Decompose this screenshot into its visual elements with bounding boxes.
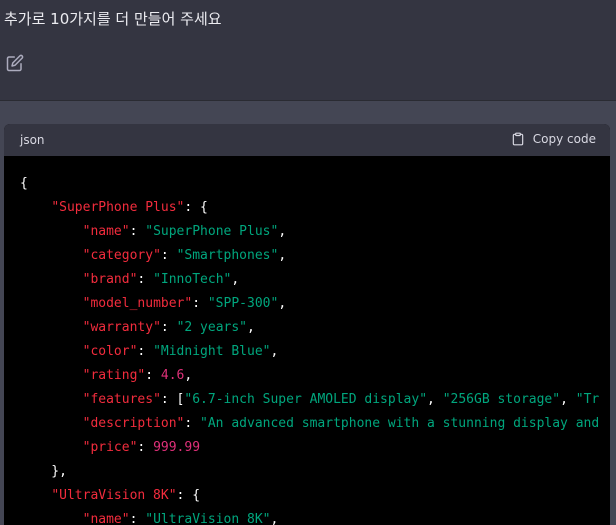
code-punct-token: : <box>137 344 154 359</box>
code-key-token: "description" <box>82 416 185 431</box>
code-punct-token: : <box>137 440 154 455</box>
code-punct-token <box>20 368 83 383</box>
code-punct-token: , <box>278 224 287 239</box>
code-punct-token <box>20 488 51 503</box>
code-key-token: "UltraVision 8K" <box>51 488 177 503</box>
code-punct-token: : <box>192 296 208 311</box>
code-punct-token <box>20 344 83 359</box>
code-key-token: "warranty" <box>82 320 161 335</box>
copy-code-button[interactable]: Copy code <box>511 131 596 147</box>
code-string-token: "SPP-300" <box>207 296 279 311</box>
edit-icon <box>6 54 24 72</box>
code-key-token: "price" <box>82 440 138 455</box>
code-string-token: "An advanced smartphone with a stunning … <box>200 416 600 431</box>
code-key-token: "name" <box>82 224 130 239</box>
code-punct-token <box>20 200 51 215</box>
clipboard-icon <box>512 132 524 146</box>
code-punct-token: , <box>184 368 193 383</box>
code-language-label: json <box>20 133 45 147</box>
code-line: "UltraVision 8K": { <box>20 484 610 508</box>
code-punct-token <box>20 392 83 407</box>
code-punct-token: , <box>270 344 279 359</box>
code-punct-token: }, <box>20 464 67 479</box>
code-string-token: "Smartphones" <box>176 248 279 263</box>
code-punct-token <box>20 272 83 287</box>
user-prompt-text: 추가로 10가지를 더 만들어 주세요 <box>4 10 222 28</box>
code-line: "rating": 4.6, <box>20 364 610 388</box>
code-punct-token: : <box>160 248 177 263</box>
code-block-header: json Copy code <box>4 124 610 156</box>
code-punct-token: : <box>137 272 154 287</box>
code-punct-token: , <box>560 392 576 407</box>
code-line: "brand": "InnoTech", <box>20 268 610 292</box>
code-key-token: "color" <box>82 344 138 359</box>
code-punct-token: , <box>231 272 240 287</box>
edit-message-button[interactable] <box>6 54 24 72</box>
code-punct-token <box>20 440 83 455</box>
code-key-token: "category" <box>82 248 161 263</box>
code-punct-token: : <box>184 416 201 431</box>
code-line: "category": "Smartphones", <box>20 244 610 268</box>
code-line: { <box>20 172 610 196</box>
code-line: "price": 999.99 <box>20 436 610 460</box>
user-message: 추가로 10가지를 더 만들어 주세요 <box>0 0 616 101</box>
code-key-token: "rating" <box>82 368 146 383</box>
code-punct-token: : [ <box>160 392 185 407</box>
code-punct-token: , <box>247 320 255 335</box>
code-key-token: "name" <box>82 512 130 525</box>
code-punct-token <box>20 296 83 311</box>
code-line: "features": ["6.7-inch Super AMOLED disp… <box>20 388 610 412</box>
code-line: "color": "Midnight Blue", <box>20 340 610 364</box>
code-key-token: "features" <box>82 392 161 407</box>
code-punct-token <box>20 512 83 525</box>
code-punct-token <box>20 416 83 431</box>
code-content: { "SuperPhone Plus": { "name": "SuperPho… <box>4 156 610 525</box>
code-string-token: "SuperPhone Plus" <box>145 224 279 239</box>
code-line: "model_number": "SPP-300", <box>20 292 610 316</box>
code-key-token: "model_number" <box>82 296 193 311</box>
code-punct-token: : { <box>176 488 201 503</box>
code-number-token: 4.6 <box>160 368 185 383</box>
code-line: }, <box>20 460 610 484</box>
code-line: "name": "SuperPhone Plus", <box>20 220 610 244</box>
code-punct-token: , <box>278 296 287 311</box>
code-line: "name": "UltraVision 8K", <box>20 508 610 525</box>
code-punct-token: : <box>145 368 161 383</box>
code-punct-token: , <box>278 248 287 263</box>
code-punct-token <box>20 320 83 335</box>
code-punct-token: , <box>270 512 279 525</box>
code-string-token: "256GB storage" <box>442 392 561 407</box>
code-number-token: 999.99 <box>153 440 201 455</box>
code-string-token: "2 years" <box>176 320 248 335</box>
code-punct-token: : <box>129 512 146 525</box>
code-line: "description": "An advanced smartphone w… <box>20 412 610 436</box>
code-punct-token <box>20 224 83 239</box>
code-string-token: "UltraVision 8K" <box>145 512 271 525</box>
code-string-token: "Midnight Blue" <box>153 344 271 359</box>
code-string-token: "6.7-inch Super AMOLED display" <box>184 392 428 407</box>
code-punct-token: , <box>427 392 443 407</box>
code-line: "warranty": "2 years", <box>20 316 610 340</box>
code-string-token: "Tr <box>575 392 600 407</box>
code-string-token: "InnoTech" <box>153 272 232 287</box>
code-punct-token: : <box>160 320 177 335</box>
code-block: json Copy code { "SuperPhone Plus": { "n… <box>4 124 610 525</box>
code-punct-token: : <box>129 224 146 239</box>
code-punct-token <box>20 248 83 263</box>
code-key-token: "brand" <box>82 272 138 287</box>
code-punct-token: : { <box>184 200 208 215</box>
code-punct-token: { <box>20 176 28 191</box>
code-key-token: "SuperPhone Plus" <box>51 200 185 215</box>
code-line: "SuperPhone Plus": { <box>20 196 610 220</box>
copy-code-label: Copy code <box>532 132 596 146</box>
